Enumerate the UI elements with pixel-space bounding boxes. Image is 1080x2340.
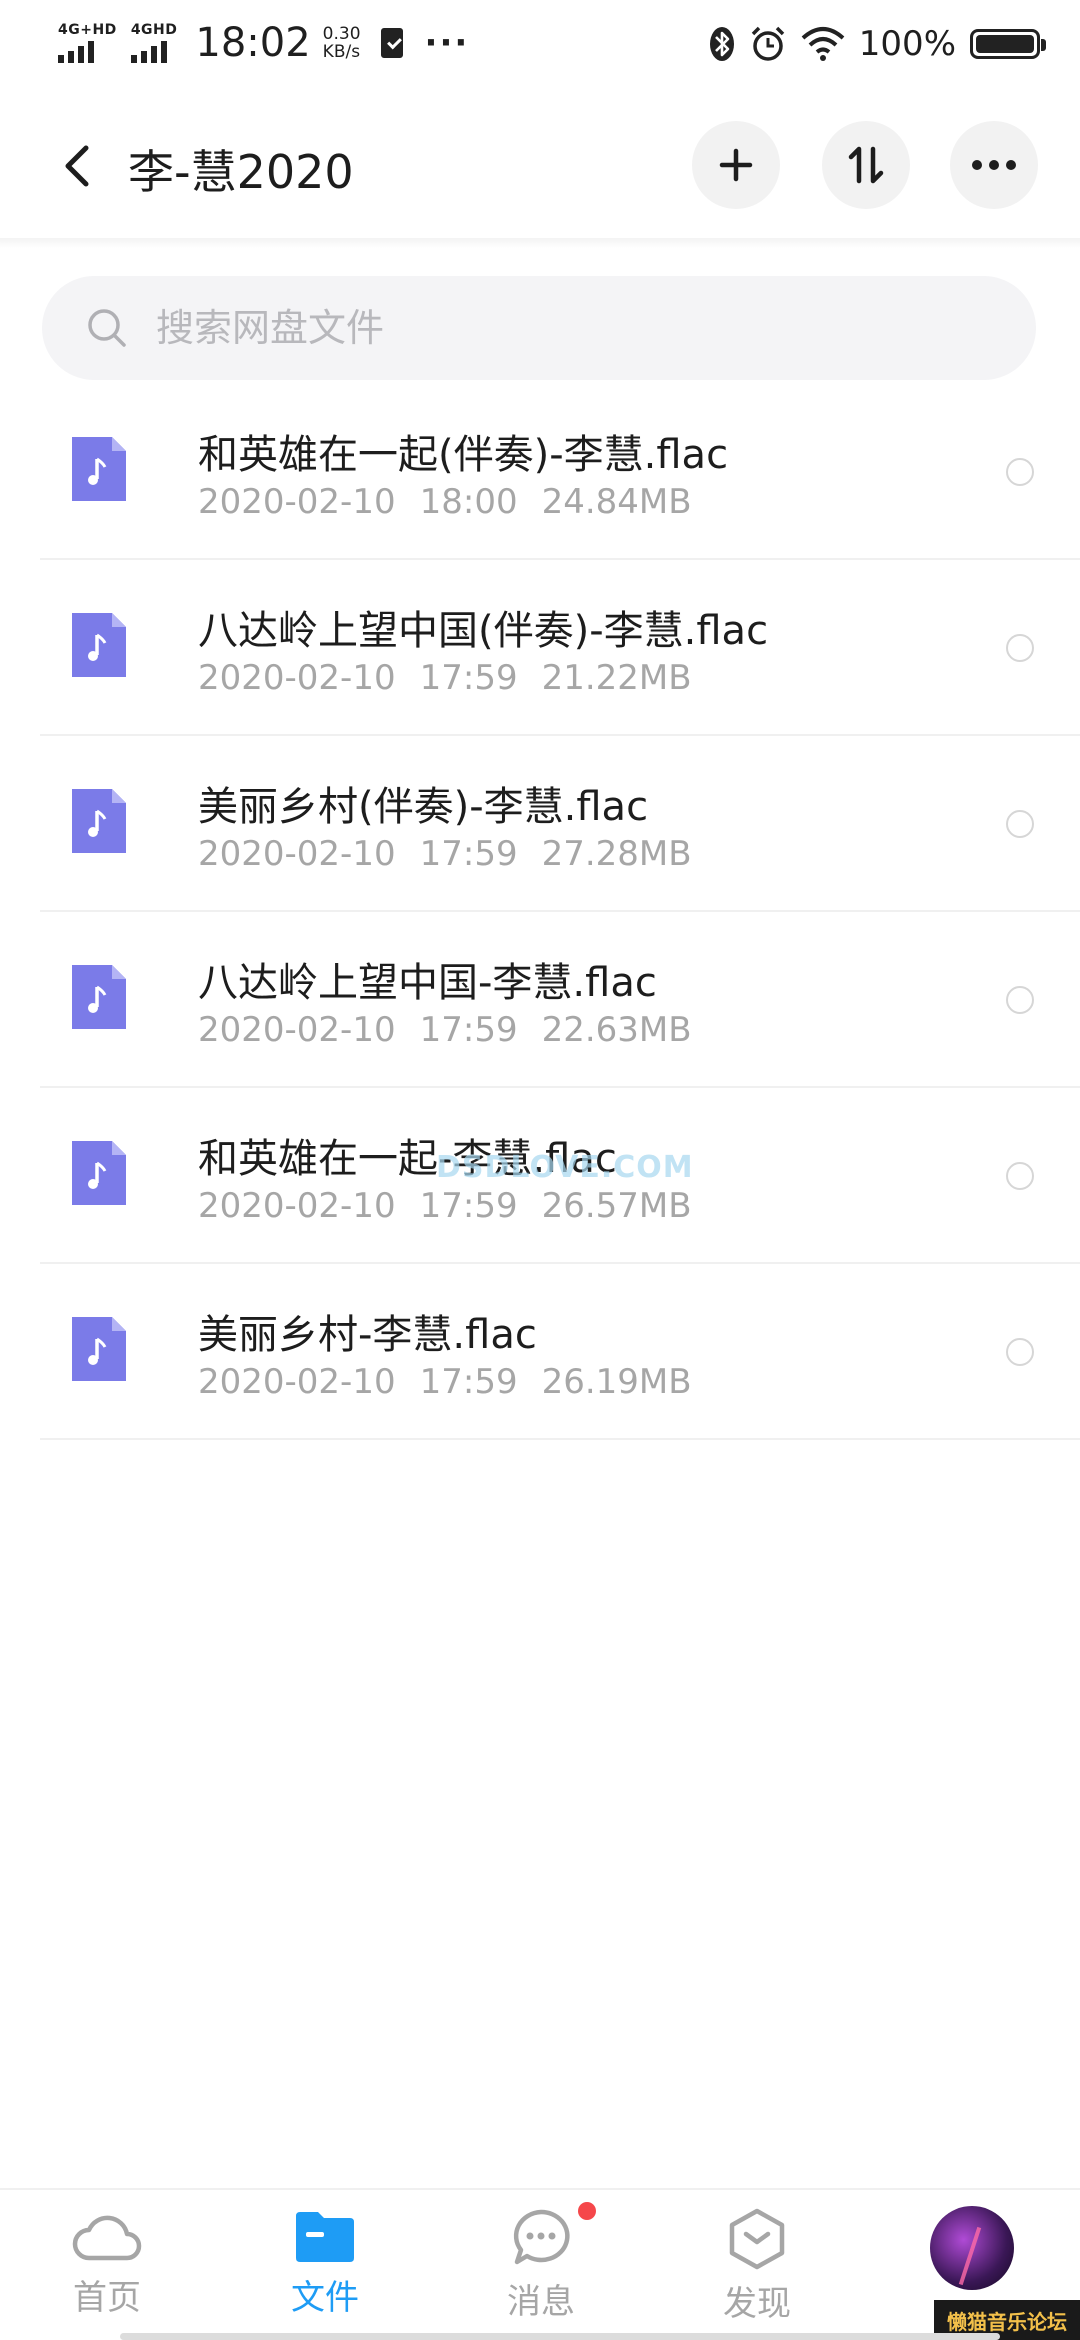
signal-icon	[130, 41, 167, 63]
file-date: 2020-02-10	[198, 658, 396, 698]
search-bar[interactable]	[42, 276, 1036, 380]
network-indicator-1: 4G+HD	[58, 23, 117, 63]
network-speed: 0.30 KB/s	[323, 25, 361, 61]
file-name: 美丽乡村-李慧.flac	[198, 1312, 537, 1358]
wifi-icon	[801, 27, 845, 61]
music-file-icon	[72, 1317, 126, 1381]
file-time: 17:59	[419, 1186, 518, 1226]
page-title: 李-慧2020	[128, 145, 354, 199]
sort-icon	[848, 146, 884, 184]
file-size: 27.28MB	[541, 834, 692, 874]
select-radio[interactable]	[1006, 810, 1034, 838]
file-time: 17:59	[419, 658, 518, 698]
tab-messages-label: 消息	[507, 2282, 575, 2322]
file-time: 17:59	[419, 1010, 518, 1050]
chevron-left-icon	[65, 145, 89, 187]
tab-home-label: 首页	[73, 2278, 141, 2318]
clipboard-check-icon	[380, 28, 403, 58]
file-row[interactable]: 八达岭上望中国(伴奏)-李慧.flac 2020-02-10 17:59 21.22…	[0, 560, 1080, 736]
bluetooth-icon	[709, 27, 734, 61]
notification-badge	[578, 2202, 596, 2220]
file-list: 和英雄在一起(伴奏)-李慧.flac 2020-02-10 18:00 24.84M…	[0, 384, 1080, 1440]
network-speed-unit: KB/s	[322, 42, 361, 62]
file-name: 八达岭上望中国-李慧.flac	[198, 960, 657, 1006]
select-radio[interactable]	[1006, 986, 1034, 1014]
watermark: DSDLOVE.COM	[436, 1150, 694, 1185]
row-divider	[40, 1438, 1080, 1440]
file-size: 21.22MB	[541, 658, 692, 698]
music-file-icon	[72, 437, 126, 501]
tab-files[interactable]: 文件	[250, 2208, 400, 2319]
tab-discover-label: 发现	[723, 2284, 791, 2324]
search-icon	[88, 309, 126, 347]
status-more: ···	[424, 23, 470, 63]
file-size: 26.19MB	[541, 1362, 692, 1402]
home-indicator	[120, 2333, 1000, 2340]
file-meta: 2020-02-10 17:59 26.57MB	[198, 1186, 692, 1226]
music-file-icon	[72, 1141, 126, 1205]
alarm-icon	[751, 26, 785, 61]
music-file-icon	[72, 613, 126, 677]
tab-messages[interactable]: 消息	[466, 2208, 616, 2323]
add-button[interactable]	[692, 121, 780, 209]
network-speed-value: 0.30	[322, 24, 361, 44]
page-header: 李-慧2020	[0, 116, 1080, 216]
cloud-icon	[72, 2215, 142, 2261]
more-icon	[972, 160, 1016, 170]
file-size: 24.84MB	[541, 482, 692, 522]
file-meta: 2020-02-10 18:00 24.84MB	[198, 482, 692, 522]
select-radio[interactable]	[1006, 458, 1034, 486]
chat-icon	[513, 2209, 570, 2265]
file-row[interactable]: 八达岭上望中国-李慧.flac 2020-02-10 17:59 22.63MB	[0, 912, 1080, 1088]
discover-icon	[729, 2208, 785, 2270]
file-time: 18:00	[419, 482, 518, 522]
bottom-tab-bar: 首页 文件 消息 发现	[0, 2188, 1080, 2340]
file-row[interactable]: 美丽乡村(伴奏)-李慧.flac 2020-02-10 17:59 27.28MB	[0, 736, 1080, 912]
status-time: 18:02	[195, 20, 311, 66]
header-divider	[0, 238, 1080, 248]
search-input[interactable]	[156, 306, 956, 350]
battery-icon	[970, 29, 1046, 59]
avatar[interactable]	[930, 2206, 1014, 2290]
file-meta: 2020-02-10 17:59 21.22MB	[198, 658, 692, 698]
network-indicator-2: 4GHD	[130, 22, 178, 63]
file-date: 2020-02-10	[198, 1186, 396, 1226]
signal-icon	[58, 41, 94, 63]
file-meta: 2020-02-10 17:59 22.63MB	[198, 1010, 692, 1050]
battery-percent: 100%	[858, 24, 956, 64]
select-radio[interactable]	[1006, 1338, 1034, 1366]
back-button[interactable]	[50, 140, 102, 192]
file-time: 17:59	[419, 834, 518, 874]
sort-button[interactable]	[822, 121, 910, 209]
file-size: 26.57MB	[541, 1186, 692, 1226]
file-meta: 2020-02-10 17:59 27.28MB	[198, 834, 692, 874]
file-date: 2020-02-10	[198, 834, 396, 874]
network-label-2: 4GHD	[130, 22, 178, 38]
music-file-icon	[72, 789, 126, 853]
status-bar: 4G+HD 4GHD 18:02 0.30 KB/s ··· 100%	[0, 0, 1080, 84]
tab-files-label: 文件	[291, 2278, 359, 2318]
file-time: 17:59	[419, 1362, 518, 1402]
file-name: 八达岭上望中国(伴奏)-李慧.flac	[198, 608, 769, 654]
tab-home[interactable]: 首页	[32, 2208, 182, 2319]
music-file-icon	[72, 965, 126, 1029]
folder-icon	[296, 2212, 354, 2262]
file-date: 2020-02-10	[198, 482, 396, 522]
file-row[interactable]: 美丽乡村-李慧.flac 2020-02-10 17:59 26.19MB	[0, 1264, 1080, 1440]
file-name: 美丽乡村(伴奏)-李慧.flac	[198, 784, 649, 830]
select-radio[interactable]	[1006, 634, 1034, 662]
file-date: 2020-02-10	[198, 1362, 396, 1402]
more-button[interactable]	[950, 121, 1038, 209]
tab-discover[interactable]: 发现	[682, 2208, 832, 2325]
file-row[interactable]: 和英雄在一起(伴奏)-李慧.flac 2020-02-10 18:00 24.84M…	[0, 384, 1080, 560]
select-radio[interactable]	[1006, 1162, 1034, 1190]
file-date: 2020-02-10	[198, 1010, 396, 1050]
file-size: 22.63MB	[541, 1010, 692, 1050]
add-icon	[719, 148, 753, 182]
file-meta: 2020-02-10 17:59 26.19MB	[198, 1362, 692, 1402]
file-name: 和英雄在一起(伴奏)-李慧.flac	[198, 432, 729, 478]
network-label-1: 4G+HD	[58, 22, 117, 38]
